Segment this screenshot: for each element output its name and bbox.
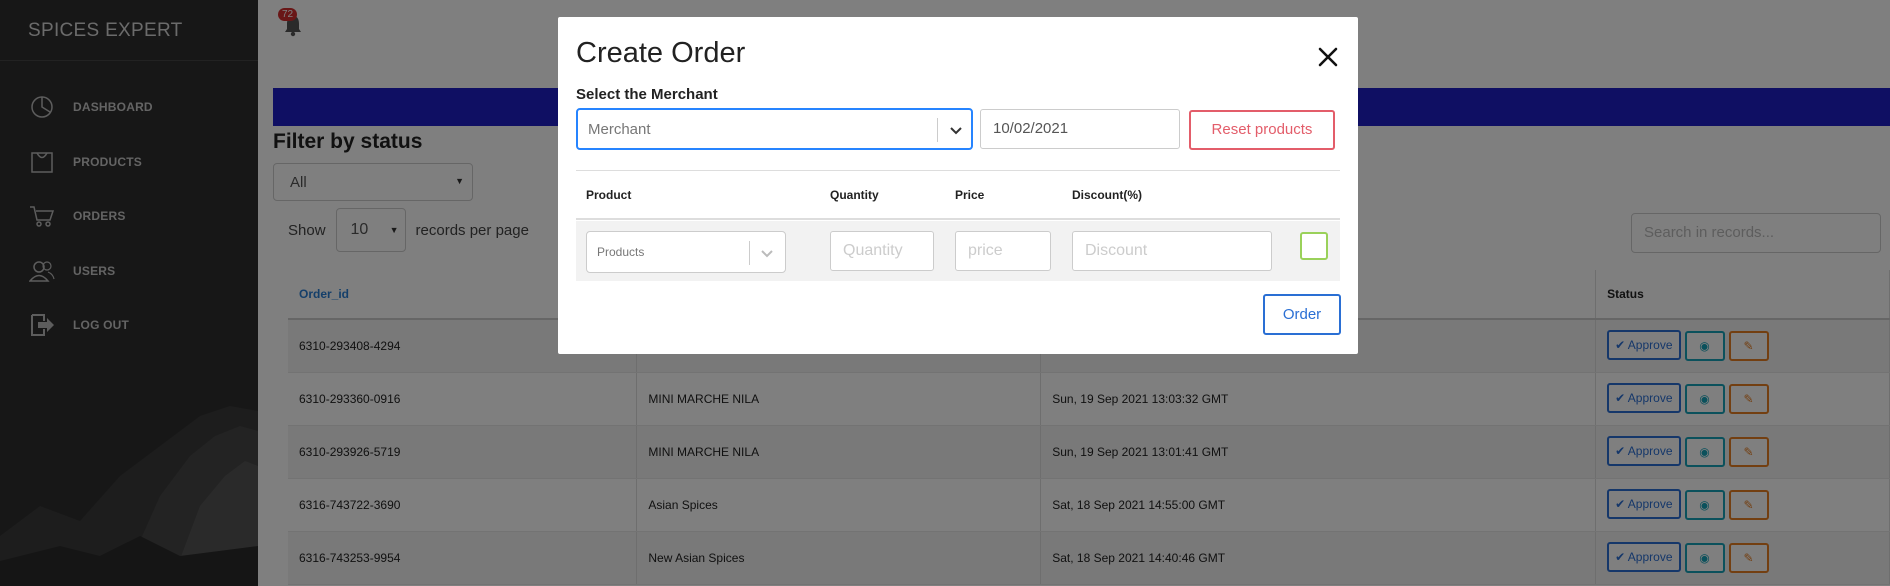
modal-title: Create Order	[576, 37, 746, 69]
reset-products-button[interactable]: Reset products	[1189, 110, 1335, 150]
divider	[576, 170, 1340, 171]
merchant-select[interactable]: Merchant	[576, 108, 973, 150]
quantity-placeholder: Quantity	[843, 242, 903, 259]
header-divider	[576, 218, 1340, 220]
column-header-price: Price	[955, 188, 985, 202]
column-header-quantity: Quantity	[830, 188, 879, 202]
quantity-input[interactable]: Quantity	[830, 231, 934, 271]
price-placeholder: price	[968, 242, 1003, 259]
discount-input[interactable]: Discount	[1072, 231, 1272, 271]
chevron-down-icon	[950, 127, 962, 135]
select-separator	[937, 118, 938, 142]
merchant-placeholder: Merchant	[588, 121, 651, 138]
create-order-modal: Create Order Select the Merchant Merchan…	[558, 17, 1358, 354]
select-separator	[749, 241, 750, 265]
confirm-product-checkbox[interactable]	[1300, 232, 1328, 260]
order-date-input[interactable]: 10/02/2021	[980, 109, 1180, 149]
close-icon[interactable]	[1318, 47, 1338, 67]
products-placeholder: Products	[597, 245, 645, 259]
column-header-product: Product	[586, 188, 632, 202]
merchant-label: Select the Merchant	[576, 86, 718, 103]
order-date-value: 10/02/2021	[993, 120, 1069, 137]
products-select[interactable]: Products	[586, 231, 786, 273]
column-header-discount: Discount(%)	[1072, 188, 1142, 202]
order-button[interactable]: Order	[1263, 294, 1341, 335]
chevron-down-icon	[761, 250, 773, 258]
price-input[interactable]: price	[955, 231, 1051, 271]
discount-placeholder: Discount	[1085, 242, 1148, 259]
